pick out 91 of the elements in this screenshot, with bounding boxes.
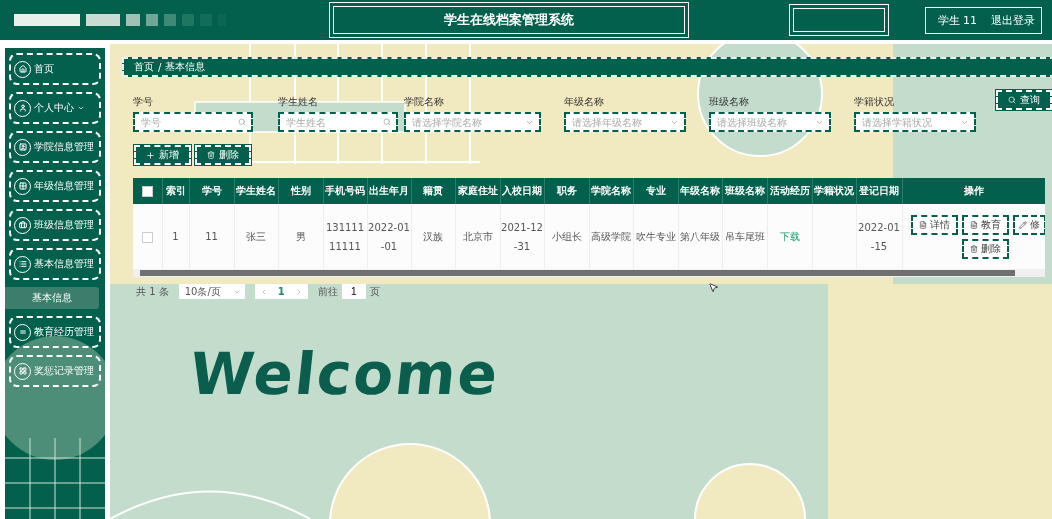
- table-cell-text: 吹牛专业: [635, 230, 676, 244]
- table-cell-text: 小组长: [551, 230, 582, 244]
- table-cell-text: 2022-01-01: [368, 220, 410, 254]
- page-suffix: 页: [369, 284, 380, 299]
- document-icon: [918, 220, 927, 229]
- mouse-cursor-icon: [708, 282, 719, 293]
- column-header: 职务: [544, 178, 589, 204]
- table-cell-text: 吊车尾班: [724, 230, 765, 244]
- table-cell-text: 2021-12-31: [501, 220, 543, 254]
- table-cell-text: 高级学院: [591, 230, 631, 244]
- column-header: 索引: [162, 178, 189, 204]
- filter-label: 学号: [133, 95, 154, 109]
- submenu-item[interactable]: 基本信息: [5, 287, 99, 309]
- row-checkbox[interactable]: [141, 231, 153, 243]
- delete-button[interactable]: 删除: [961, 238, 1009, 259]
- page-input[interactable]: 1: [341, 284, 366, 299]
- trash-icon: [969, 244, 978, 253]
- sidebar-item[interactable]: 班级信息管理: [9, 209, 101, 241]
- column-header: 性别: [278, 178, 323, 204]
- plus-icon: [146, 150, 155, 160]
- filter-label: 班级名称: [709, 95, 751, 109]
- select-field[interactable]: 请选择学院名称: [405, 114, 540, 130]
- search-icon: [1008, 96, 1017, 104]
- welcome-text: Welcome: [186, 340, 503, 408]
- breadcrumb-item: 基本信息: [165, 60, 206, 74]
- document-icon: [969, 220, 978, 229]
- sidebar-item[interactable]: 学院信息管理: [9, 131, 101, 163]
- table-cell-text: 北京市: [462, 230, 493, 244]
- goto-label: 前往: [317, 284, 338, 299]
- column-header: 活动经历: [767, 178, 812, 204]
- column-header: 学院名称: [589, 178, 633, 204]
- table-cell-text: 2022-01-15: [858, 220, 900, 254]
- breadcrumb-item[interactable]: 首页: [134, 60, 154, 74]
- filter-label: 学院名称: [403, 95, 445, 109]
- column-header: 学籍状况: [812, 178, 856, 204]
- select-field[interactable]: 请选择班级名称: [711, 114, 830, 130]
- filter-label: 学籍状况: [854, 95, 896, 109]
- add-button[interactable]: 新增: [134, 145, 191, 165]
- sidebar-item[interactable]: 首页: [9, 53, 101, 85]
- column-header: 学号: [189, 178, 234, 204]
- search-icon: [237, 118, 246, 126]
- table-cell-text: 1: [172, 230, 179, 244]
- chevron-icon: [960, 118, 970, 127]
- logout-link[interactable]: 退出登录: [991, 12, 1035, 28]
- pencil-icon: [1018, 220, 1027, 229]
- search-icon: [382, 118, 391, 126]
- user-name: 学生 11: [937, 12, 977, 28]
- table-cell-text: 汉族: [423, 230, 443, 244]
- column-header: 登记日期: [856, 178, 902, 204]
- edit-button[interactable]: 修: [1012, 214, 1045, 235]
- sidebar-item[interactable]: 教育经历管理: [9, 316, 101, 348]
- page-number[interactable]: 1: [277, 286, 285, 297]
- download-link[interactable]: 下载: [779, 231, 800, 242]
- column-header: 学生姓名: [234, 178, 278, 204]
- column-header: 班级名称: [722, 178, 767, 204]
- column-header: 家庭住址: [455, 178, 500, 204]
- column-header: 年级名称: [678, 178, 722, 204]
- chevron-icon: [77, 104, 85, 112]
- horizontal-scrollbar[interactable]: [133, 269, 1045, 277]
- table-cell-text: 13111111111: [324, 220, 366, 254]
- sidebar-item[interactable]: 个人中心: [9, 92, 101, 124]
- total-count: 共 1 条: [136, 284, 169, 299]
- delete-button[interactable]: 删除: [195, 145, 251, 165]
- breadcrumb-separator: /: [158, 61, 162, 73]
- select-field[interactable]: 请选择学籍状况: [856, 114, 975, 130]
- table-cell-text: 张三: [246, 230, 266, 244]
- filter-label: 学生姓名: [277, 95, 319, 109]
- search-button[interactable]: 查询: [996, 90, 1052, 110]
- chevron-icon: [525, 118, 535, 127]
- table-cell-text: 第八年级: [680, 230, 720, 244]
- column-header: 籍贯: [411, 178, 455, 204]
- trash-icon: [207, 151, 215, 159]
- select-field[interactable]: 请选择年级名称: [566, 114, 685, 130]
- column-header: 操作: [902, 178, 1045, 204]
- column-header: 出生年月: [367, 178, 411, 204]
- chevron-icon: [815, 118, 825, 127]
- detail-button[interactable]: 教育: [961, 214, 1009, 235]
- sidebar-item[interactable]: 奖惩记录管理: [9, 355, 101, 387]
- column-header: 入校日期: [500, 178, 544, 204]
- table-cell-text: 男: [295, 230, 306, 244]
- column-header: 专业: [633, 178, 678, 204]
- sidebar-item[interactable]: 年级信息管理: [9, 170, 101, 202]
- table-cell-text: 11: [205, 230, 218, 244]
- detail-button[interactable]: 详情: [910, 214, 958, 235]
- sidebar-item[interactable]: 基本信息管理: [9, 248, 101, 280]
- select-all-checkbox[interactable]: [141, 185, 153, 197]
- page-size-select[interactable]: 10条/页: [178, 284, 245, 299]
- input-field[interactable]: 学号: [135, 114, 251, 130]
- filter-label: 年级名称: [564, 95, 606, 109]
- column-header: 手机号码: [323, 178, 367, 204]
- chevron-icon: [670, 118, 680, 127]
